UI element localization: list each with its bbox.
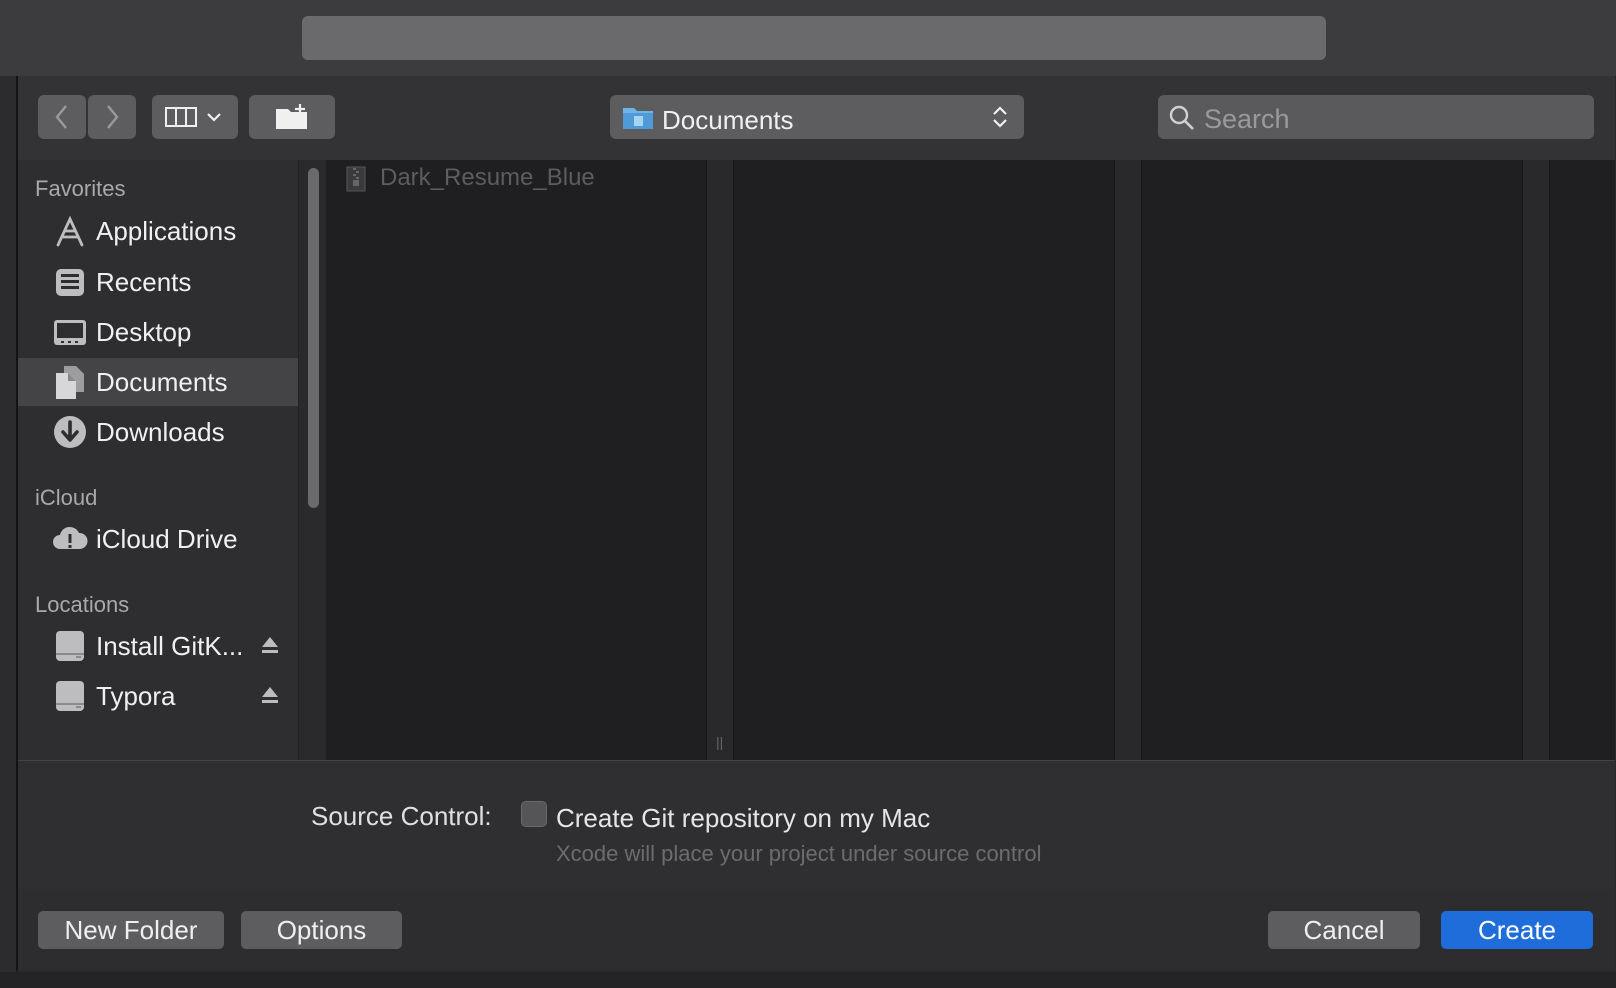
search-icon [1169, 105, 1194, 130]
sidebar-item-applications[interactable]: Applications [18, 207, 298, 255]
zip-file-icon [346, 166, 366, 192]
window-title-field [302, 16, 1326, 60]
sidebar-item-typora[interactable]: Typora [18, 672, 298, 720]
documents-icon [56, 366, 84, 399]
cancel-button[interactable]: Cancel [1268, 911, 1420, 949]
sidebar-item-label: Downloads [96, 417, 225, 447]
sidebar-item-label: Documents [96, 367, 228, 397]
chevron-right-icon [107, 105, 119, 129]
column-resize-grip[interactable]: || [716, 734, 723, 750]
recents-icon [56, 269, 84, 296]
sidebar: Favorites Applications Recents Desktop D… [18, 160, 298, 760]
sidebar-item-label: Typora [96, 681, 176, 711]
desktop-icon [54, 320, 86, 345]
accessory-panel: Source Control: Create Git repository on… [18, 760, 1615, 890]
background-window-bottom [0, 972, 1616, 988]
browser-column-4[interactable] [1550, 160, 1615, 760]
documents-folder-icon [623, 108, 653, 129]
new-folder-toolbar-button[interactable] [249, 95, 335, 139]
eject-icon[interactable] [260, 634, 280, 656]
sidebar-item-label: Applications [96, 216, 237, 246]
new-folder-icon [276, 104, 307, 129]
icloud-section-title: iCloud [35, 485, 98, 510]
browser-column-3[interactable] [1142, 160, 1522, 760]
new-folder-button[interactable]: New Folder [38, 911, 224, 949]
sidebar-item-recents[interactable]: Recents [18, 258, 298, 306]
forward-button[interactable] [88, 95, 136, 139]
disk-icon [56, 631, 84, 661]
navigation-toolbar: Documents Search [18, 76, 1615, 160]
create-git-repo-label[interactable]: Create Git repository on my Mac [556, 803, 930, 834]
save-sheet: Documents Search Favorites Applications [17, 76, 1615, 970]
file-name: Dark_Resume_Blue [380, 164, 595, 191]
dialog-footer: New Folder Options Cancel Create [18, 889, 1615, 970]
browser-column-1[interactable]: Dark_Resume_Blue [326, 160, 706, 760]
downloads-icon [54, 416, 86, 448]
browser-column-2[interactable] [734, 160, 1114, 760]
sidebar-item-icloud-drive[interactable]: iCloud Drive [18, 515, 298, 563]
eject-icon[interactable] [260, 684, 280, 706]
column-browser: Dark_Resume_Blue || [326, 160, 1615, 760]
sidebar-item-label: Install GitK... [96, 631, 244, 661]
sidebar-scrollbar[interactable] [298, 160, 327, 760]
sidebar-item-documents[interactable]: Documents [18, 358, 298, 406]
column-divider[interactable]: || [706, 160, 734, 760]
view-mode-button[interactable] [152, 95, 238, 139]
back-button[interactable] [38, 95, 86, 139]
locations-section-title: Locations [35, 592, 130, 617]
location-label: Documents [662, 105, 794, 135]
sidebar-item-label: Recents [96, 267, 192, 297]
chevron-left-icon [55, 105, 67, 129]
disk-icon [56, 681, 84, 711]
sidebar-item-desktop[interactable]: Desktop [18, 308, 298, 356]
column-divider[interactable] [1114, 160, 1142, 760]
column-divider[interactable] [1522, 160, 1550, 760]
sidebar-item-label: iCloud Drive [96, 524, 238, 554]
sidebar-item-label: Desktop [96, 317, 192, 347]
favorites-section-title: Favorites [35, 176, 126, 201]
background-window-edge [0, 76, 17, 988]
column-view-icon [165, 107, 221, 127]
search-placeholder: Search [1204, 104, 1290, 134]
create-git-repo-checkbox[interactable] [521, 801, 547, 827]
create-button[interactable]: Create [1441, 911, 1593, 949]
source-control-label: Source Control: [311, 801, 492, 831]
icloud-drive-icon [53, 526, 88, 549]
sidebar-scroll-thumb[interactable] [308, 168, 319, 508]
title-bar [0, 0, 1616, 77]
up-down-chevron-icon [993, 106, 1007, 128]
options-button[interactable]: Options [241, 911, 402, 949]
sidebar-item-downloads[interactable]: Downloads [18, 408, 298, 456]
location-popup[interactable]: Documents [610, 95, 1024, 139]
source-control-hint: Xcode will place your project under sour… [556, 841, 1042, 866]
applications-icon [56, 215, 84, 247]
search-field[interactable]: Search [1158, 95, 1594, 139]
sidebar-item-install-gitk[interactable]: Install GitK... [18, 622, 298, 670]
